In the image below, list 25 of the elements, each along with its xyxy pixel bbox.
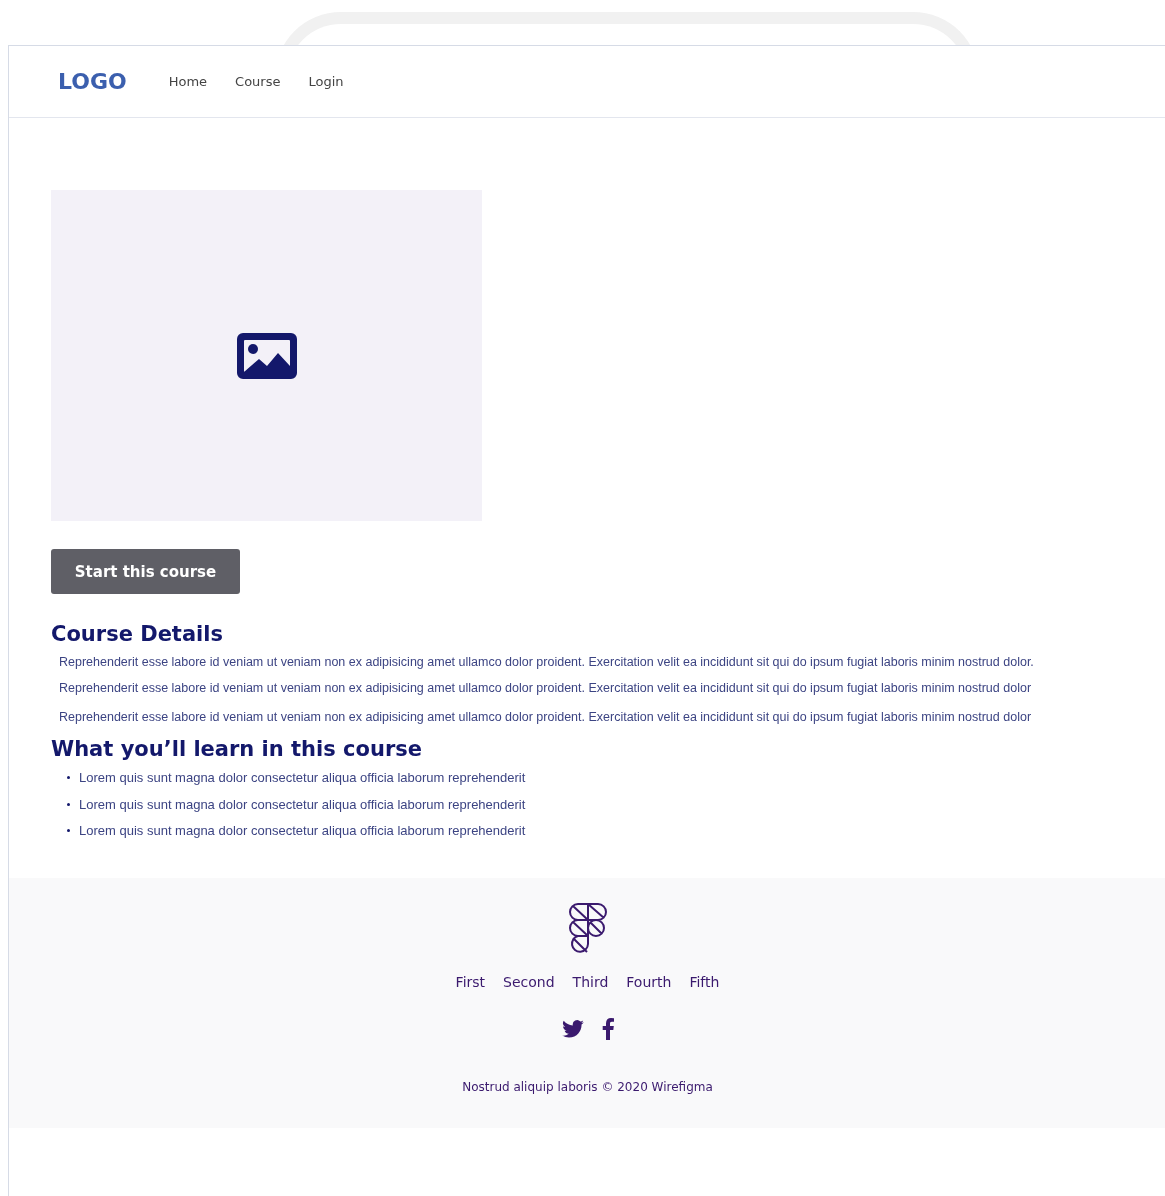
footer-link[interactable]: Fourth [626,974,672,990]
nav-link[interactable]: Home [168,74,208,89]
nav-link[interactable]: Course [235,74,281,89]
list-item: Lorem quis sunt magna dolor consectetur aliqua officia laborum reprehenderit [79,796,526,812]
facebook-icon[interactable] [601,1018,614,1040]
section-heading: Course Details [51,622,224,646]
footer-link[interactable]: First [455,974,486,990]
bullet-icon [67,802,70,806]
footer-link[interactable]: Third [572,974,609,990]
logo[interactable]: LOGO [58,69,127,94]
bullet-icon [67,829,70,833]
bullet-icon [67,776,70,780]
paragraph: Reprehenderit esse labore id veniam ut veniam non ex adipisicing amet ullamco dolor proident. Exercitation velit ea incididunt sit qui do ipsum fugiat laboris minim nostrud dolor. Reprehenderit esse labore id veniam ut veniam non ex adipisicing amet ullamco dolor proident. Exercitation velit ea incididunt sit qui do ipsum fugiat laboris minim nostrud dolor [59,654,1035,697]
list-item: Lorem quis sunt magna dolor consectetur aliqua officia laborum reprehenderit [79,823,526,839]
start-course-button[interactable]: Start this course [51,549,240,594]
list-item: Lorem quis sunt magna dolor consectetur aliqua officia laborum reprehenderit [79,770,526,786]
footer-link[interactable]: Fifth [689,974,720,990]
paragraph: Reprehenderit esse labore id veniam ut veniam non ex adipisicing amet ullamco dolor proident. Exercitation velit ea incididunt sit qui do ipsum fugiat laboris minim nostrud dolor [59,709,1033,726]
section-heading: What you’ll learn in this course [51,736,423,761]
image-icon [236,332,297,379]
copyright-text: Nostrud aliquip laboris © 2020 Wirefigma [462,1080,713,1094]
nav-link[interactable]: Login [308,74,344,89]
twitter-icon[interactable] [561,1020,584,1038]
footer-link[interactable]: Second [503,974,555,990]
figma-logo-icon [566,902,609,954]
